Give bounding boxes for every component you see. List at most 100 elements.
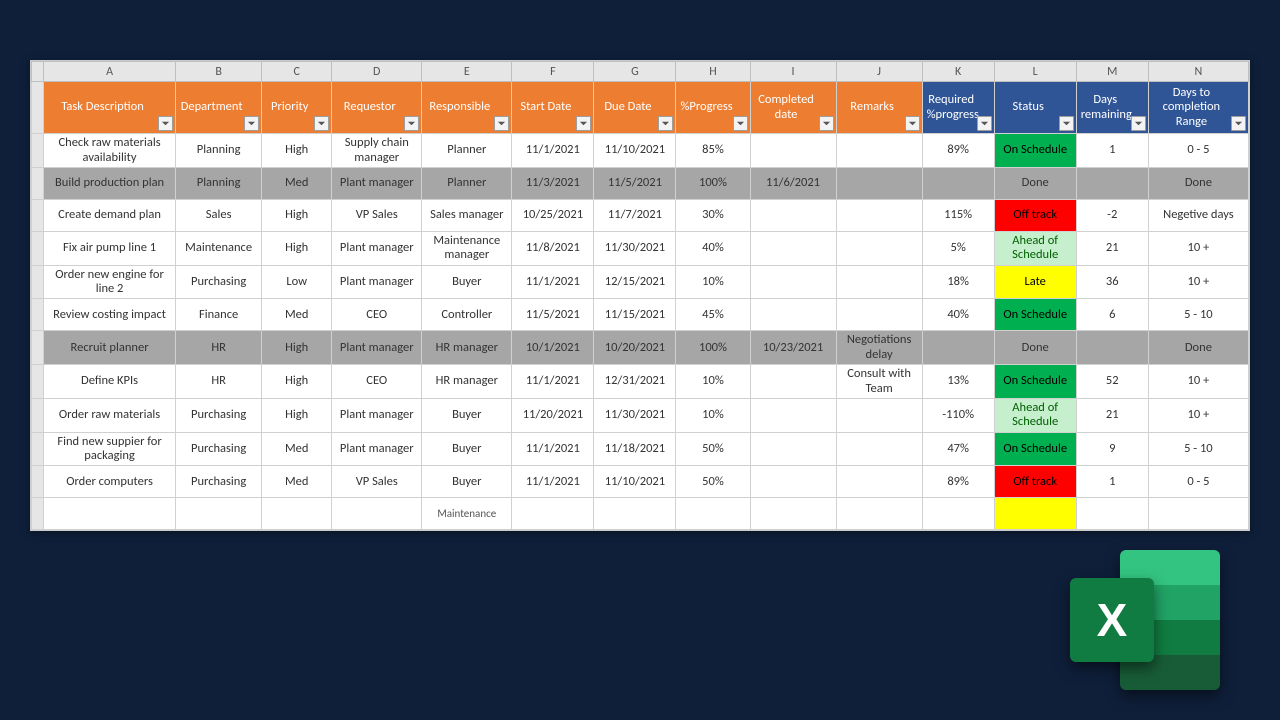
cell[interactable] [836, 231, 922, 265]
row-gutter[interactable] [32, 498, 44, 530]
filter-dropdown-icon[interactable] [733, 116, 748, 131]
cell[interactable] [1076, 167, 1148, 199]
cell[interactable]: Fix air pump line 1 [44, 231, 176, 265]
cell[interactable]: Negetive days [1148, 199, 1248, 231]
cell[interactable]: 52 [1076, 365, 1148, 399]
table-row[interactable]: Order computersPurchasingMedVP SalesBuye… [32, 466, 1249, 498]
header-cell[interactable]: Due Date [594, 82, 676, 134]
filter-dropdown-icon[interactable] [576, 116, 591, 131]
cell[interactable]: High [262, 331, 332, 365]
header-cell[interactable]: %Progress [676, 82, 750, 134]
cell[interactable]: On Schedule [994, 432, 1076, 466]
cell[interactable] [836, 299, 922, 331]
cell[interactable]: 11/1/2021 [512, 265, 594, 299]
cell[interactable]: 11/5/2021 [512, 299, 594, 331]
header-cell[interactable]: Start Date [512, 82, 594, 134]
table-row[interactable]: Review costing impactFinanceMedCEOContro… [32, 299, 1249, 331]
cell[interactable]: 10/23/2021 [750, 331, 836, 365]
cell[interactable]: 10 + [1148, 231, 1248, 265]
table-row[interactable]: Define KPIsHRHighCEOHR manager11/1/20211… [32, 365, 1249, 399]
cell[interactable]: 1 [1076, 466, 1148, 498]
cell[interactable]: 10/25/2021 [512, 199, 594, 231]
cell[interactable]: Sales [176, 199, 262, 231]
cell[interactable]: Done [994, 331, 1076, 365]
column-header-N[interactable]: N [1148, 62, 1248, 82]
cell[interactable]: HR [176, 331, 262, 365]
cell[interactable]: 10% [676, 265, 750, 299]
row-gutter[interactable] [32, 231, 44, 265]
cell[interactable]: Buyer [422, 265, 512, 299]
column-header-C[interactable]: C [262, 62, 332, 82]
cell[interactable]: 11/20/2021 [512, 398, 594, 432]
cell[interactable]: CEO [332, 299, 422, 331]
cell[interactable]: Finance [176, 299, 262, 331]
cell[interactable]: 11/15/2021 [594, 299, 676, 331]
cell[interactable]: Buyer [422, 466, 512, 498]
row-gutter[interactable] [32, 134, 44, 168]
cell[interactable]: Med [262, 167, 332, 199]
filter-dropdown-icon[interactable] [1059, 116, 1074, 131]
cell[interactable]: 13% [922, 365, 994, 399]
table-row[interactable]: Order raw materialsPurchasingHighPlant m… [32, 398, 1249, 432]
cell[interactable]: Plant manager [332, 265, 422, 299]
cell[interactable]: High [262, 199, 332, 231]
row-gutter[interactable] [32, 265, 44, 299]
cell[interactable]: High [262, 134, 332, 168]
cell[interactable]: 45% [676, 299, 750, 331]
header-cell[interactable]: Status [994, 82, 1076, 134]
cell[interactable]: 89% [922, 466, 994, 498]
cell[interactable]: 12/15/2021 [594, 265, 676, 299]
cell[interactable]: Ahead of Schedule [994, 231, 1076, 265]
cell[interactable]: 11/30/2021 [594, 231, 676, 265]
column-letters-row[interactable]: ABCDEFGHIJKLMN [32, 62, 1249, 82]
cell[interactable]: 9 [1076, 432, 1148, 466]
cell[interactable] [750, 231, 836, 265]
cell[interactable]: Planning [176, 167, 262, 199]
cell[interactable]: Plant manager [332, 231, 422, 265]
filter-dropdown-icon[interactable] [658, 116, 673, 131]
cell[interactable]: 11/8/2021 [512, 231, 594, 265]
cell[interactable]: Med [262, 299, 332, 331]
cell[interactable]: Order new engine for line 2 [44, 265, 176, 299]
cell[interactable]: 21 [1076, 398, 1148, 432]
cell[interactable]: 40% [922, 299, 994, 331]
cell[interactable]: -2 [1076, 199, 1148, 231]
cell[interactable]: 10% [676, 398, 750, 432]
cell[interactable]: Purchasing [176, 265, 262, 299]
column-header-G[interactable]: G [594, 62, 676, 82]
cell[interactable]: 12/31/2021 [594, 365, 676, 399]
cell[interactable]: 11/5/2021 [594, 167, 676, 199]
cell[interactable]: 85% [676, 134, 750, 168]
row-gutter[interactable] [32, 466, 44, 498]
cell[interactable]: Maintenance manager [422, 231, 512, 265]
cell[interactable]: Done [1148, 167, 1248, 199]
cell[interactable] [836, 398, 922, 432]
cell[interactable] [836, 167, 922, 199]
cell[interactable]: Order computers [44, 466, 176, 498]
row-gutter[interactable] [32, 199, 44, 231]
spreadsheet-grid[interactable]: ABCDEFGHIJKLMN Task DescriptionDepartmen… [31, 61, 1249, 530]
cell[interactable]: Plant manager [332, 331, 422, 365]
column-header-I[interactable]: I [750, 62, 836, 82]
cell[interactable] [836, 134, 922, 168]
cell[interactable]: Purchasing [176, 432, 262, 466]
table-row[interactable]: Build production planPlanningMedPlant ma… [32, 167, 1249, 199]
row-gutter[interactable] [32, 365, 44, 399]
column-header-A[interactable]: A [44, 62, 176, 82]
table-row[interactable]: Check raw materials availabilityPlanning… [32, 134, 1249, 168]
cell[interactable]: Purchasing [176, 398, 262, 432]
filter-dropdown-icon[interactable] [819, 116, 834, 131]
row-gutter[interactable] [32, 398, 44, 432]
filter-dropdown-icon[interactable] [905, 116, 920, 131]
cell[interactable]: 10 + [1148, 398, 1248, 432]
cell[interactable]: VP Sales [332, 199, 422, 231]
cell[interactable] [750, 134, 836, 168]
cell[interactable]: 11/1/2021 [512, 134, 594, 168]
cell[interactable] [922, 331, 994, 365]
cell[interactable]: Order raw materials [44, 398, 176, 432]
header-cell[interactable]: Priority [262, 82, 332, 134]
cell[interactable]: Plant manager [332, 167, 422, 199]
cell[interactable] [836, 265, 922, 299]
filter-dropdown-icon[interactable] [1131, 116, 1146, 131]
cell[interactable]: Buyer [422, 432, 512, 466]
